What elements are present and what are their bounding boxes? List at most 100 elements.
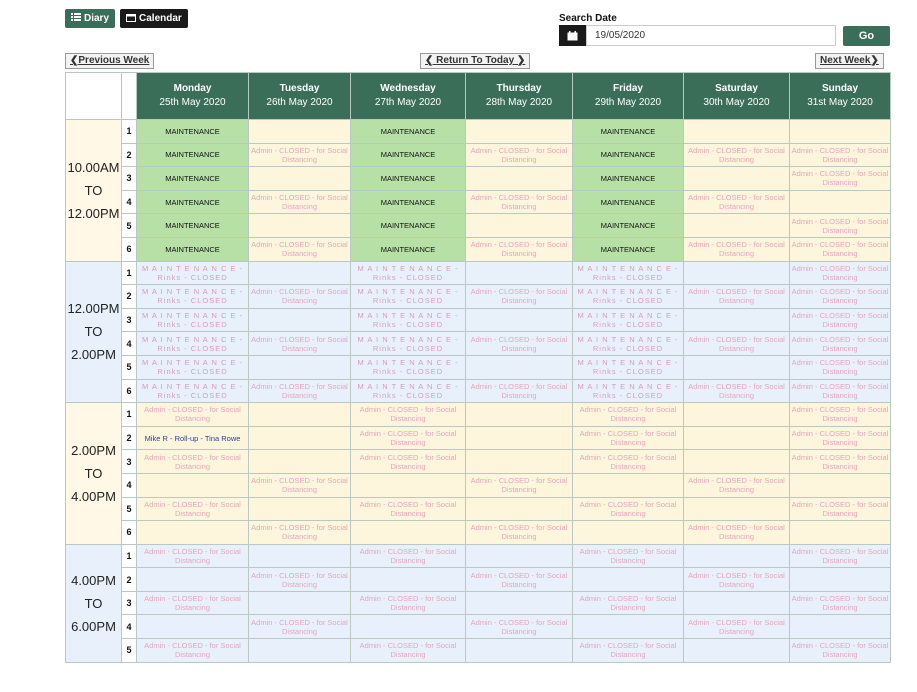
booking-cell[interactable]: Admin - CLOSED - for Social Distancing [248,189,351,215]
booking-cell[interactable]: Admin - CLOSED - for Social Distancing [572,449,684,474]
booking-cell[interactable]: Admin - CLOSED - for Social Distancing [683,567,790,592]
booking-cell[interactable] [465,213,573,238]
booking-cell[interactable] [789,520,891,545]
booking-cell[interactable]: Admin - CLOSED - for Social Distancing [683,520,790,545]
booking-cell[interactable] [136,614,249,640]
booking-cell[interactable] [683,354,790,380]
booking-cell[interactable] [683,638,790,663]
booking-cell[interactable]: Admin - CLOSED - for Social Distancing [465,614,573,640]
booking-cell[interactable]: Admin - CLOSED - for Social Distancing [136,638,249,663]
booking-cell[interactable]: M A I N T E N A N C E - Rinks - CLOSED [136,331,249,356]
booking-cell[interactable] [465,590,573,616]
booking-cell[interactable]: M A I N T E N A N C E - Rinks - CLOSED [136,307,249,333]
booking-cell[interactable]: MAINTENANCE [136,166,249,191]
booking-cell[interactable]: Admin - CLOSED - for Social Distancing [683,472,790,498]
booking-cell[interactable] [572,567,684,592]
booking-cell[interactable] [465,307,573,333]
booking-cell[interactable]: Admin - CLOSED - for Social Distancing [683,614,790,640]
booking-cell[interactable]: Admin - CLOSED - for Social Distancing [683,331,790,356]
booking-cell[interactable]: Admin - CLOSED - for Social Distancing [683,236,790,262]
booking-cell[interactable] [465,496,573,522]
booking-cell[interactable]: M A I N T E N A N C E - Rinks - CLOSED [572,354,684,380]
booking-cell[interactable]: Admin - CLOSED - for Social Distancing [350,543,466,569]
booking-cell[interactable]: Admin - CLOSED - for Social Distancing [789,378,891,404]
booking-cell[interactable] [465,354,573,380]
booking-cell[interactable]: Admin - CLOSED - for Social Distancing [683,142,790,168]
booking-cell[interactable]: Admin - CLOSED - for Social Distancing [572,543,684,569]
booking-cell[interactable]: MAINTENANCE [136,142,249,168]
booking-cell[interactable] [350,520,466,545]
booking-cell[interactable] [248,425,351,451]
booking-cell[interactable]: Admin - CLOSED - for Social Distancing [789,449,891,474]
diary-button[interactable]: Diary [65,9,116,28]
search-date-input[interactable] [586,25,836,46]
booking-cell[interactable]: MAINTENANCE [350,142,466,168]
booking-cell[interactable]: Admin - CLOSED - for Social Distancing [789,142,891,168]
booking-cell[interactable] [350,614,466,640]
booking-cell[interactable] [465,402,573,427]
booking-cell[interactable]: Admin - CLOSED - for Social Distancing [789,638,891,663]
booking-cell[interactable] [248,638,351,663]
booking-cell[interactable] [350,567,466,592]
booking-cell[interactable]: Admin - CLOSED - for Social Distancing [789,331,891,356]
booking-cell[interactable]: M A I N T E N A N C E - Rinks - CLOSED [572,260,684,286]
booking-cell[interactable] [789,189,891,215]
booking-cell[interactable]: M A I N T E N A N C E - Rinks - CLOSED [136,284,249,309]
booking-cell[interactable]: Admin - CLOSED - for Social Distancing [683,378,790,404]
booking-cell[interactable]: MAINTENANCE [572,142,684,168]
booking-cell[interactable] [248,449,351,474]
booking-cell[interactable]: Admin - CLOSED - for Social Distancing [789,425,891,451]
booking-cell[interactable] [248,260,351,286]
booking-cell[interactable] [683,543,790,569]
booking-cell[interactable]: Admin - CLOSED - for Social Distancing [248,520,351,545]
booking-cell[interactable] [572,520,684,545]
booking-cell[interactable]: Admin - CLOSED - for Social Distancing [789,402,891,427]
booking-cell[interactable]: MAINTENANCE [572,236,684,262]
booking-cell[interactable]: MAINTENANCE [136,236,249,262]
booking-cell[interactable]: Admin - CLOSED - for Social Distancing [465,472,573,498]
booking-cell[interactable] [683,307,790,333]
booking-cell[interactable]: M A I N T E N A N C E - Rinks - CLOSED [350,284,466,309]
booking-cell[interactable] [136,520,249,545]
booking-cell[interactable] [465,543,573,569]
booking-cell[interactable]: MAINTENANCE [572,119,684,144]
booking-cell[interactable]: MAINTENANCE [572,189,684,215]
booking-cell[interactable] [789,567,891,592]
booking-cell[interactable]: Admin - CLOSED - for Social Distancing [572,638,684,663]
booking-cell[interactable]: Admin - CLOSED - for Social Distancing [350,425,466,451]
next-week-button[interactable]: Next Week❯ [815,53,884,69]
booking-cell[interactable]: Admin - CLOSED - for Social Distancing [465,284,573,309]
booking-cell[interactable]: M A I N T E N A N C E - Rinks - CLOSED [350,354,466,380]
booking-cell[interactable]: M A I N T E N A N C E - Rinks - CLOSED [572,331,684,356]
booking-cell[interactable] [136,472,249,498]
booking-cell[interactable]: Admin - CLOSED - for Social Distancing [248,142,351,168]
booking-cell[interactable]: M A I N T E N A N C E - Rinks - CLOSED [572,284,684,309]
booking-cell[interactable]: Admin - CLOSED - for Social Distancing [789,354,891,380]
booking-cell[interactable]: Admin - CLOSED - for Social Distancing [789,213,891,238]
booking-cell[interactable]: Admin - CLOSED - for Social Distancing [789,236,891,262]
booking-cell[interactable] [789,119,891,144]
booking-cell[interactable] [683,213,790,238]
booking-cell[interactable]: Admin - CLOSED - for Social Distancing [572,496,684,522]
booking-cell[interactable]: Admin - CLOSED - for Social Distancing [350,449,466,474]
booking-cell[interactable] [248,496,351,522]
booking-cell[interactable]: M A I N T E N A N C E - Rinks - CLOSED [136,354,249,380]
booking-cell[interactable]: Admin - CLOSED - for Social Distancing [350,496,466,522]
booking-cell[interactable] [572,472,684,498]
booking-cell[interactable]: Admin - CLOSED - for Social Distancing [572,402,684,427]
booking-cell[interactable]: M A I N T E N A N C E - Rinks - CLOSED [350,331,466,356]
booking-cell[interactable] [465,638,573,663]
booking-cell[interactable]: Admin - CLOSED - for Social Distancing [248,331,351,356]
booking-cell[interactable] [789,614,891,640]
booking-cell[interactable] [465,449,573,474]
booking-cell[interactable] [465,166,573,191]
booking-cell[interactable]: Admin - CLOSED - for Social Distancing [789,590,891,616]
booking-cell[interactable] [248,119,351,144]
booking-cell[interactable]: Admin - CLOSED - for Social Distancing [248,472,351,498]
booking-cell[interactable]: Admin - CLOSED - for Social Distancing [248,567,351,592]
booking-cell[interactable]: M A I N T E N A N C E - Rinks - CLOSED [350,307,466,333]
booking-cell[interactable]: MAINTENANCE [350,166,466,191]
booking-cell[interactable]: Admin - CLOSED - for Social Distancing [683,189,790,215]
booking-cell[interactable]: MAINTENANCE [350,189,466,215]
booking-cell[interactable] [465,425,573,451]
